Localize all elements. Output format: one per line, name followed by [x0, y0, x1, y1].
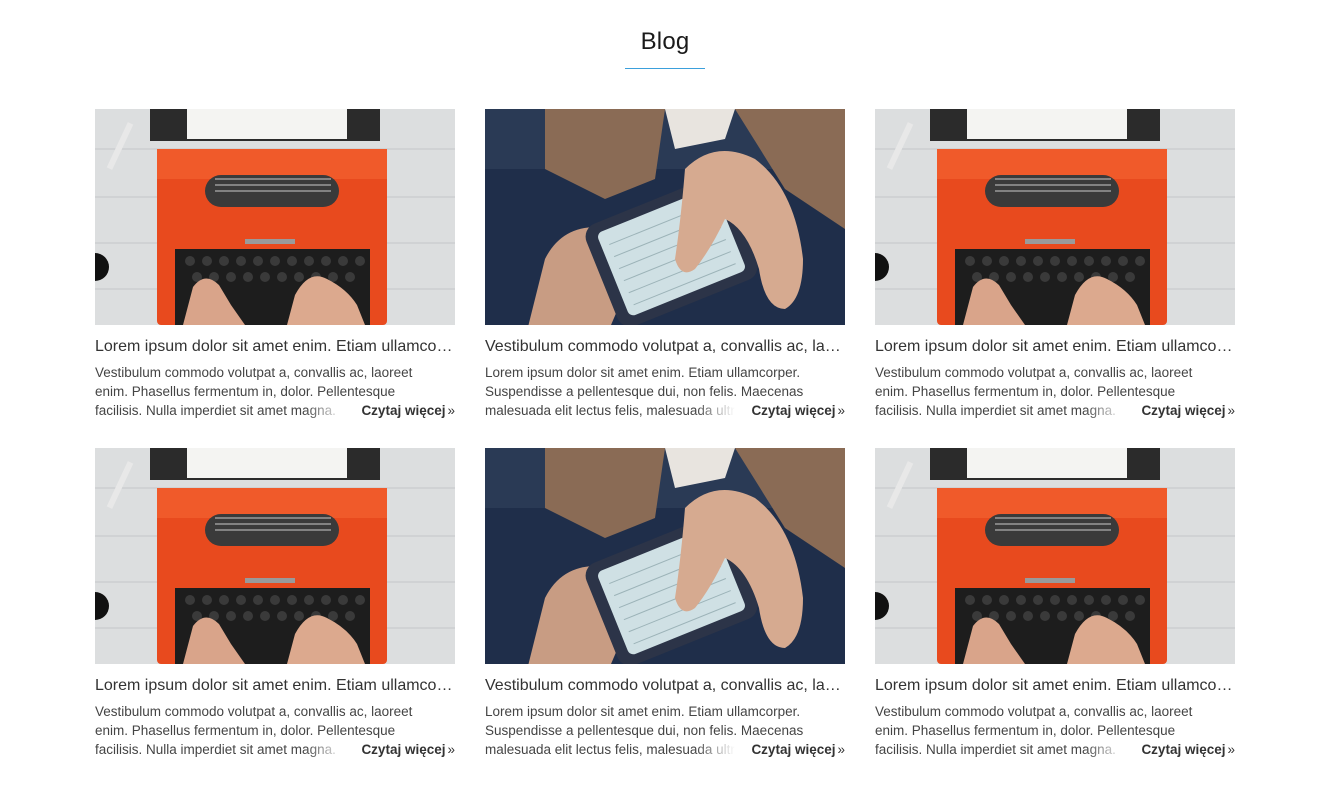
chevron-right-icon: » — [1227, 403, 1235, 418]
smartphone-hands-photo — [485, 109, 845, 325]
post-thumbnail-link[interactable] — [95, 448, 455, 664]
title-underline — [625, 68, 705, 69]
read-more-label: Czytaj więcej — [361, 742, 446, 757]
post-excerpt-container: Vestibulum commodo volutpat a, convallis… — [875, 702, 1235, 759]
blog-post-card: Lorem ipsum dolor sit amet enim. Etiam u… — [95, 109, 455, 420]
chevron-right-icon: » — [447, 403, 455, 418]
read-more-link[interactable]: Czytaj więcej» — [361, 740, 455, 759]
blog-post-card: Vestibulum commodo volutpat a, convallis… — [485, 109, 845, 420]
page-title: Blog — [640, 28, 690, 55]
read-more-link[interactable]: Czytaj więcej» — [1141, 740, 1235, 759]
blog-post-grid: Lorem ipsum dolor sit amet enim. Etiam u… — [95, 109, 1235, 759]
read-more-label: Czytaj więcej — [751, 403, 836, 418]
post-title[interactable]: Vestibulum commodo volutpat a, convallis… — [485, 337, 845, 357]
chevron-right-icon: » — [1227, 742, 1235, 757]
post-title[interactable]: Lorem ipsum dolor sit amet enim. Etiam u… — [95, 676, 455, 696]
read-more-link[interactable]: Czytaj więcej» — [361, 401, 455, 420]
typewriter-photo — [875, 448, 1235, 664]
post-excerpt-container: Vestibulum commodo volutpat a, convallis… — [95, 702, 455, 759]
post-title[interactable]: Vestibulum commodo volutpat a, convallis… — [485, 676, 845, 696]
read-more-label: Czytaj więcej — [751, 742, 836, 757]
post-excerpt-container: Lorem ipsum dolor sit amet enim. Etiam u… — [485, 363, 845, 420]
post-excerpt-container: Vestibulum commodo volutpat a, convallis… — [95, 363, 455, 420]
post-title[interactable]: Lorem ipsum dolor sit amet enim. Etiam u… — [875, 337, 1235, 357]
post-excerpt-container: Lorem ipsum dolor sit amet enim. Etiam u… — [485, 702, 845, 759]
blog-page: Blog Lorem ipsum dolor sit amet enim. Et… — [0, 0, 1330, 812]
read-more-label: Czytaj więcej — [1141, 742, 1226, 757]
blog-post-card: Lorem ipsum dolor sit amet enim. Etiam u… — [875, 448, 1235, 759]
read-more-link[interactable]: Czytaj więcej» — [1141, 401, 1235, 420]
post-excerpt-container: Vestibulum commodo volutpat a, convallis… — [875, 363, 1235, 420]
post-thumbnail-link[interactable] — [485, 448, 845, 664]
read-more-link[interactable]: Czytaj więcej» — [751, 740, 845, 759]
typewriter-photo — [95, 448, 455, 664]
blog-post-card: Lorem ipsum dolor sit amet enim. Etiam u… — [875, 109, 1235, 420]
chevron-right-icon: » — [447, 742, 455, 757]
blog-post-card: Vestibulum commodo volutpat a, convallis… — [485, 448, 845, 759]
post-thumbnail-link[interactable] — [875, 448, 1235, 664]
smartphone-hands-photo — [485, 448, 845, 664]
post-thumbnail-link[interactable] — [95, 109, 455, 325]
read-more-link[interactable]: Czytaj więcej» — [751, 401, 845, 420]
blog-post-card: Lorem ipsum dolor sit amet enim. Etiam u… — [95, 448, 455, 759]
typewriter-photo — [95, 109, 455, 325]
read-more-label: Czytaj więcej — [1141, 403, 1226, 418]
chevron-right-icon: » — [837, 742, 845, 757]
post-title[interactable]: Lorem ipsum dolor sit amet enim. Etiam u… — [95, 337, 455, 357]
chevron-right-icon: » — [837, 403, 845, 418]
read-more-label: Czytaj więcej — [361, 403, 446, 418]
post-title[interactable]: Lorem ipsum dolor sit amet enim. Etiam u… — [875, 676, 1235, 696]
post-thumbnail-link[interactable] — [875, 109, 1235, 325]
typewriter-photo — [875, 109, 1235, 325]
post-thumbnail-link[interactable] — [485, 109, 845, 325]
